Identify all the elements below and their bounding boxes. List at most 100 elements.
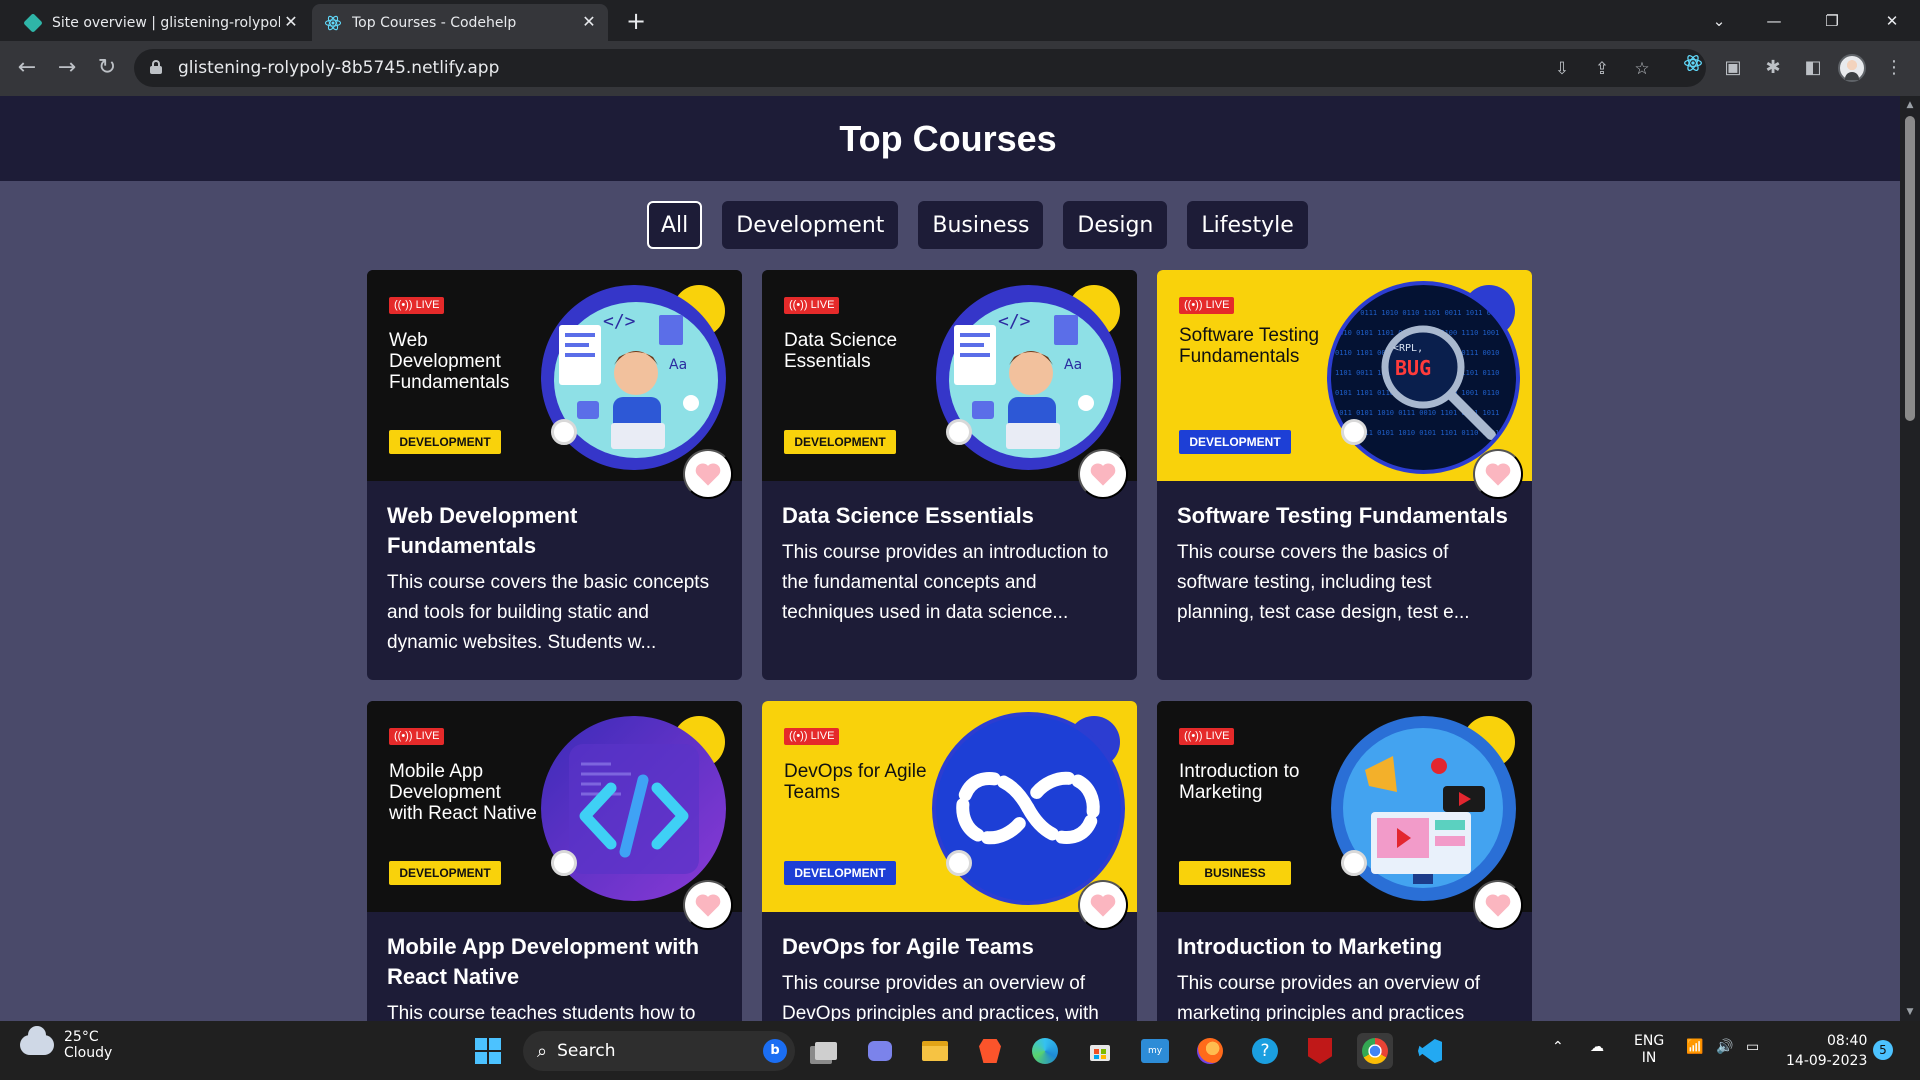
chrome-taskbar-icon[interactable] [1357, 1033, 1393, 1069]
course-body: Introduction to Marketing This course pr… [1157, 912, 1532, 1021]
volume-icon[interactable]: 🔊 [1716, 1039, 1733, 1055]
windows-start-icon[interactable] [470, 1033, 506, 1069]
course-body: DevOps for Agile Teams This course provi… [762, 912, 1137, 1021]
new-tab-button[interactable]: + [622, 8, 650, 36]
address-bar[interactable]: glistening-rolypoly-8b5745.netlify.app ⇩… [134, 49, 1706, 87]
install-app-icon[interactable]: ⇩ [1551, 58, 1573, 80]
system-clock[interactable]: 08:40 14-09-2023 [1786, 1031, 1867, 1071]
page-title: Top Courses [839, 117, 1057, 159]
category-tag: DEVELOPMENT [389, 861, 501, 885]
taskbar-search[interactable]: ⌕ Search b [523, 1031, 795, 1071]
back-button[interactable]: ← [12, 53, 42, 83]
bookmark-star-icon[interactable]: ☆ [1631, 58, 1653, 80]
show-hidden-icons-chevron-icon[interactable]: ⌃ [1552, 1039, 1564, 1055]
category-tag: DEVELOPMENT [1179, 430, 1291, 454]
battery-icon[interactable]: ▭ [1746, 1039, 1759, 1055]
close-icon[interactable]: ✕ [580, 13, 598, 31]
page-header: Top Courses [0, 96, 1920, 181]
category-filters: All Development Business Design Lifestyl… [647, 201, 1308, 249]
help-icon[interactable]: ? [1247, 1033, 1283, 1069]
tab-top-courses[interactable]: Top Courses - Codehelp ✕ [312, 4, 608, 41]
scrollbar-thumb[interactable] [1905, 116, 1915, 421]
microsoft-store-icon[interactable] [1082, 1033, 1118, 1069]
filter-business-button[interactable]: Business [918, 201, 1044, 249]
react-devtools-icon[interactable] [1678, 53, 1708, 83]
netlify-icon [23, 12, 43, 33]
live-badge: ((•)) LIVE [1179, 728, 1235, 745]
favorite-button[interactable] [1473, 449, 1523, 499]
edge-browser-icon[interactable] [1027, 1033, 1063, 1069]
category-tag: DEVELOPMENT [784, 430, 896, 454]
share-icon[interactable]: ⇪ [1591, 58, 1613, 80]
windows-taskbar: 25°C Cloudy ⌕ Search b my ? ⌃ ☁ ENG IN 📶… [0, 1021, 1920, 1080]
course-body: Software Testing Fundamentals This cours… [1157, 481, 1532, 628]
tab-search-chevron-icon[interactable]: ⌄ [1699, 6, 1739, 36]
decor-dot [1341, 419, 1367, 445]
favorite-button[interactable] [1078, 449, 1128, 499]
picture-in-picture-icon[interactable]: ▣ [1718, 53, 1748, 83]
course-thumbnail: ((•)) LIVE Introduction to Marketing BUS… [1157, 701, 1532, 912]
favorite-button[interactable] [1078, 880, 1128, 930]
language-code: ENG [1634, 1033, 1665, 1049]
scroll-up-arrow-icon[interactable]: ▲ [1904, 100, 1916, 110]
live-badge: ((•)) LIVE [1179, 297, 1235, 314]
svg-text:Aa: Aa [1064, 357, 1082, 373]
page-scrollbar[interactable]: ▲ ▼ [1900, 96, 1920, 1021]
scroll-down-arrow-icon[interactable]: ▼ [1904, 1007, 1916, 1017]
tab-title: Top Courses - Codehelp [352, 14, 517, 31]
extensions-puzzle-icon[interactable]: ✱ [1758, 53, 1788, 83]
vscode-icon[interactable] [1412, 1033, 1448, 1069]
favorite-button[interactable] [1473, 880, 1523, 930]
wifi-icon[interactable]: 📶 [1686, 1039, 1703, 1055]
restore-button[interactable]: ❐ [1812, 6, 1852, 36]
side-panel-icon[interactable]: ◧ [1798, 53, 1828, 83]
live-badge: ((•)) LIVE [784, 297, 840, 314]
brave-browser-icon[interactable] [972, 1033, 1008, 1069]
course-card: ((•)) LIVE DevOps for Agile Teams DEVELO… [762, 701, 1137, 1021]
filter-lifestyle-button[interactable]: Lifestyle [1187, 201, 1308, 249]
course-thumbnail: ((•)) LIVE Software Testing Fundamentals… [1157, 270, 1532, 481]
mcafee-icon[interactable] [1302, 1033, 1338, 1069]
thumbnail-title: Introduction to Marketing [1179, 761, 1300, 803]
filter-all-button[interactable]: All [647, 201, 703, 249]
lock-icon[interactable] [150, 60, 162, 74]
profile-avatar[interactable] [1838, 54, 1866, 82]
firefox-icon[interactable] [1192, 1033, 1228, 1069]
language-indicator[interactable]: ENG IN [1634, 1033, 1664, 1067]
menu-kebab-icon[interactable]: ⋮ [1879, 53, 1909, 83]
myntra-app-icon[interactable]: my [1137, 1033, 1173, 1069]
notification-badge[interactable]: 5 [1873, 1040, 1893, 1060]
heart-icon [1485, 463, 1511, 486]
course-title: DevOps for Agile Teams [782, 934, 1034, 959]
minimize-button[interactable]: — [1754, 6, 1794, 36]
filter-development-button[interactable]: Development [722, 201, 899, 249]
close-window-button[interactable]: ✕ [1872, 6, 1912, 36]
heart-icon [1090, 463, 1116, 486]
course-description: This course provides an overview of DevO… [782, 973, 1099, 1021]
react-icon [324, 15, 342, 30]
tab-site-overview[interactable]: Site overview | glistening-rolypol ✕ [12, 4, 310, 41]
thumbnail-title: Data Science Essentials [784, 330, 898, 372]
course-card: ((•)) LIVE Introduction to Marketing BUS… [1157, 701, 1532, 1021]
category-tag: DEVELOPMENT [389, 430, 501, 454]
favorite-button[interactable] [683, 449, 733, 499]
course-title: Introduction to Marketing [1177, 934, 1443, 959]
file-explorer-icon[interactable] [917, 1033, 953, 1069]
decor-dot [551, 850, 577, 876]
forward-button[interactable]: → [52, 53, 82, 83]
close-icon[interactable]: ✕ [282, 13, 300, 31]
favorite-button[interactable] [683, 880, 733, 930]
teams-chat-icon[interactable] [862, 1033, 898, 1069]
filter-design-button[interactable]: Design [1063, 201, 1168, 249]
url-text: glistening-rolypoly-8b5745.netlify.app [178, 58, 500, 78]
reload-button[interactable]: ↻ [92, 53, 122, 83]
task-view-icon[interactable] [808, 1033, 844, 1069]
category-tag: BUSINESS [1179, 861, 1291, 885]
course-card: ((•)) LIVE Web Development Fundamentals … [367, 270, 742, 680]
weather-widget[interactable]: 25°C Cloudy [20, 1026, 112, 1061]
decor-dot [946, 419, 972, 445]
heart-icon [695, 894, 721, 917]
course-card: ((•)) LIVE Software Testing Fundamentals… [1157, 270, 1532, 680]
course-title: Data Science Essentials [782, 503, 1034, 528]
onedrive-status-icon[interactable]: ☁ [1590, 1039, 1604, 1055]
